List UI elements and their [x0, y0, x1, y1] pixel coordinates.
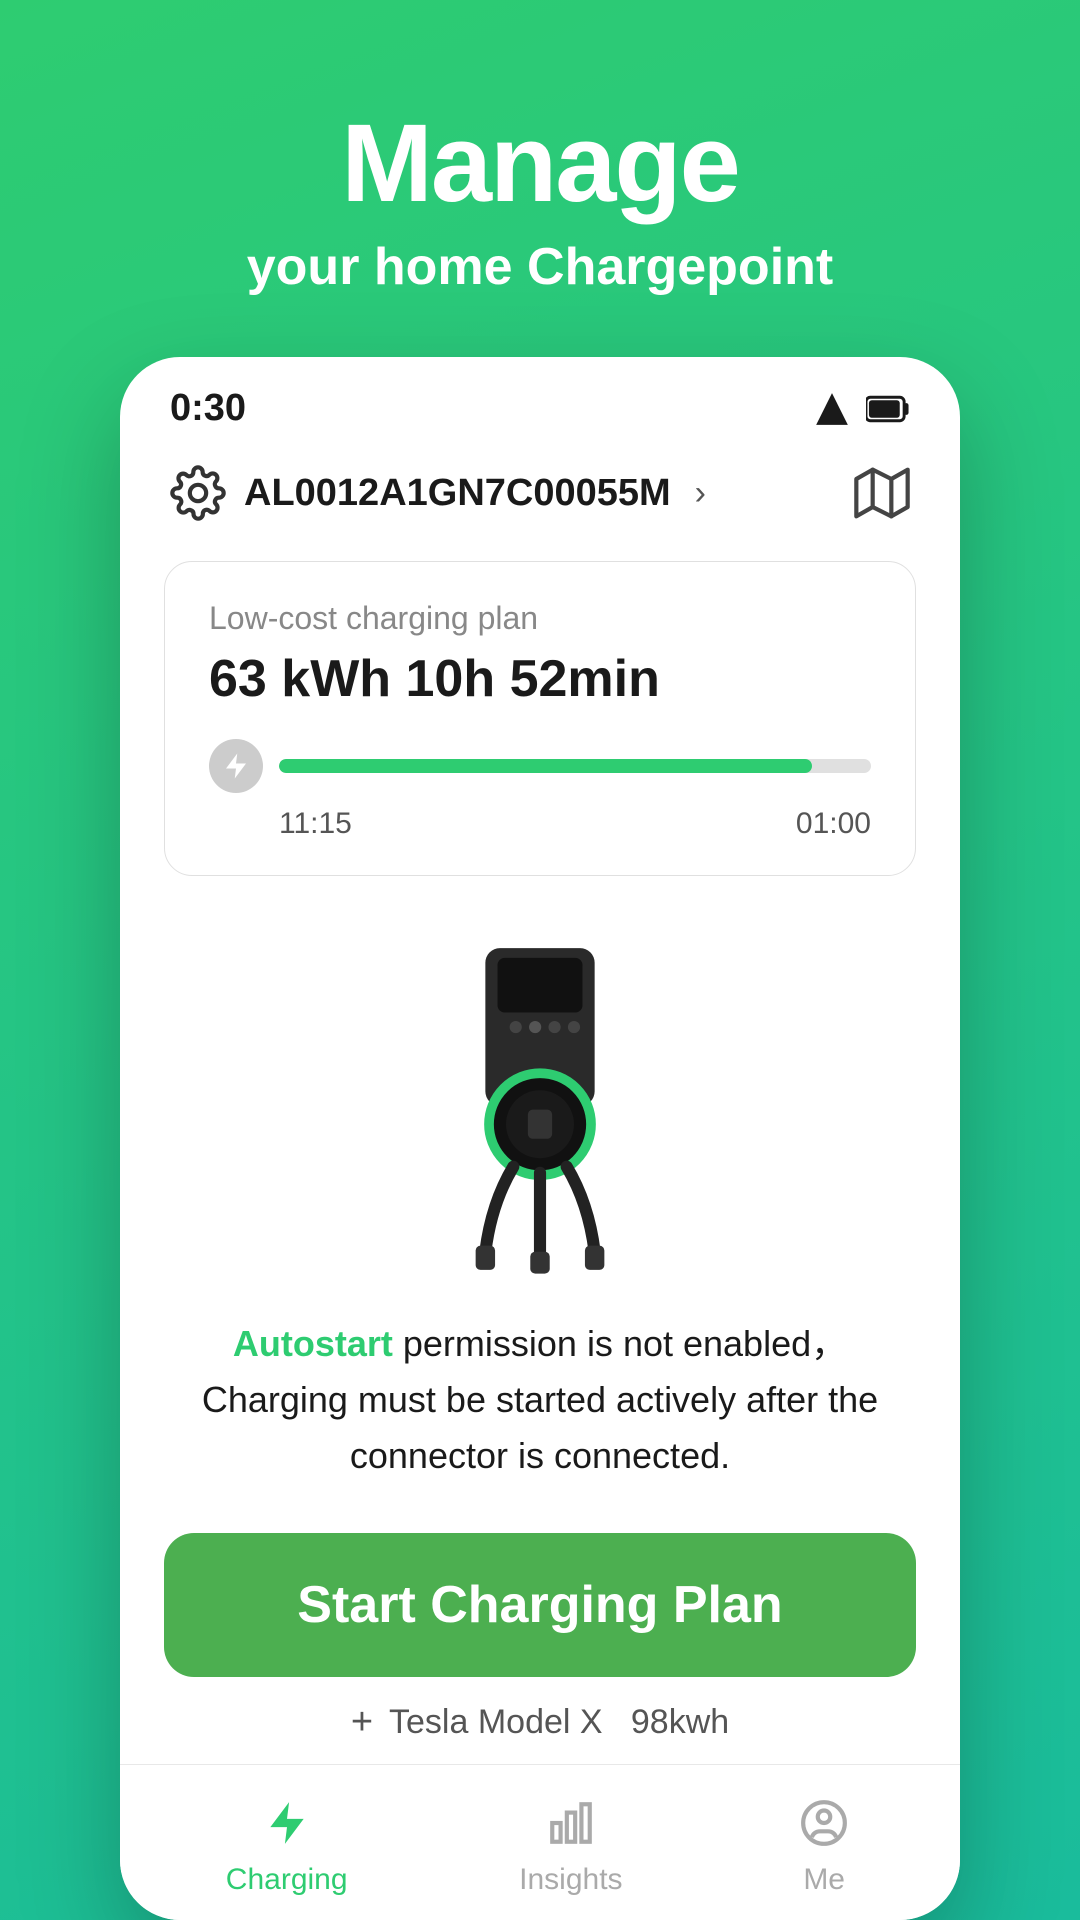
me-tab-icon	[794, 1793, 854, 1853]
tab-bar: Charging Insights Me	[120, 1764, 960, 1920]
charger-image	[400, 936, 680, 1276]
header: Manage your home Chargepoint	[0, 0, 1080, 357]
charging-tab-label: Charging	[226, 1863, 348, 1897]
device-info[interactable]: AL0012A1GN7C00055M ›	[170, 465, 706, 521]
progress-container	[209, 739, 871, 793]
start-charging-button[interactable]: Start Charging Plan	[164, 1533, 916, 1677]
plan-label: Low-cost charging plan	[209, 600, 871, 637]
status-icons	[813, 390, 910, 428]
insights-tab-icon	[541, 1793, 601, 1853]
autostart-message: Autostart permission is not enabled，Char…	[120, 1296, 960, 1513]
me-tab-label: Me	[803, 1863, 845, 1897]
phone-mockup: 0:30 AL0012A1GN7C00055M ›	[120, 357, 960, 1920]
time-start: 11:15	[279, 807, 352, 841]
header-title: Manage	[341, 100, 739, 227]
status-time: 0:30	[170, 387, 246, 430]
status-bar: 0:30	[120, 357, 960, 445]
signal-icon	[813, 390, 851, 428]
vehicle-name: Tesla Model X 98kwh	[389, 1703, 729, 1742]
time-end: 01:00	[796, 807, 871, 841]
plan-energy: 63 kWh 10h 52min	[209, 649, 871, 709]
autostart-keyword: Autostart	[233, 1323, 393, 1364]
start-charging-button-label: Start Charging Plan	[297, 1576, 782, 1634]
map-icon[interactable]	[854, 465, 910, 521]
progress-bar-fill	[279, 759, 812, 773]
progress-times: 11:15 01:00	[279, 807, 871, 841]
top-nav: AL0012A1GN7C00055M ›	[120, 445, 960, 551]
progress-bar-track	[279, 759, 871, 773]
battery-icon	[866, 390, 910, 428]
energy-time: 10h 52min	[406, 650, 660, 708]
energy-value: 63 kWh	[209, 650, 391, 708]
gear-icon[interactable]	[170, 465, 226, 521]
vehicle-info[interactable]: + Tesla Model X 98kwh	[120, 1701, 960, 1744]
chevron-right-icon: ›	[695, 474, 706, 513]
insights-tab-label: Insights	[519, 1863, 622, 1897]
device-id: AL0012A1GN7C00055M	[244, 472, 671, 515]
charger-image-container	[120, 906, 960, 1296]
header-subtitle: your home Chargepoint	[247, 237, 833, 297]
lightning-circle-icon	[209, 739, 263, 793]
add-vehicle-icon: +	[351, 1701, 373, 1744]
tab-charging[interactable]: Charging	[226, 1793, 348, 1897]
charging-plan-card: Low-cost charging plan 63 kWh 10h 52min …	[164, 561, 916, 876]
tab-insights[interactable]: Insights	[519, 1793, 622, 1897]
charging-tab-icon	[257, 1793, 317, 1853]
tab-me[interactable]: Me	[794, 1793, 854, 1897]
